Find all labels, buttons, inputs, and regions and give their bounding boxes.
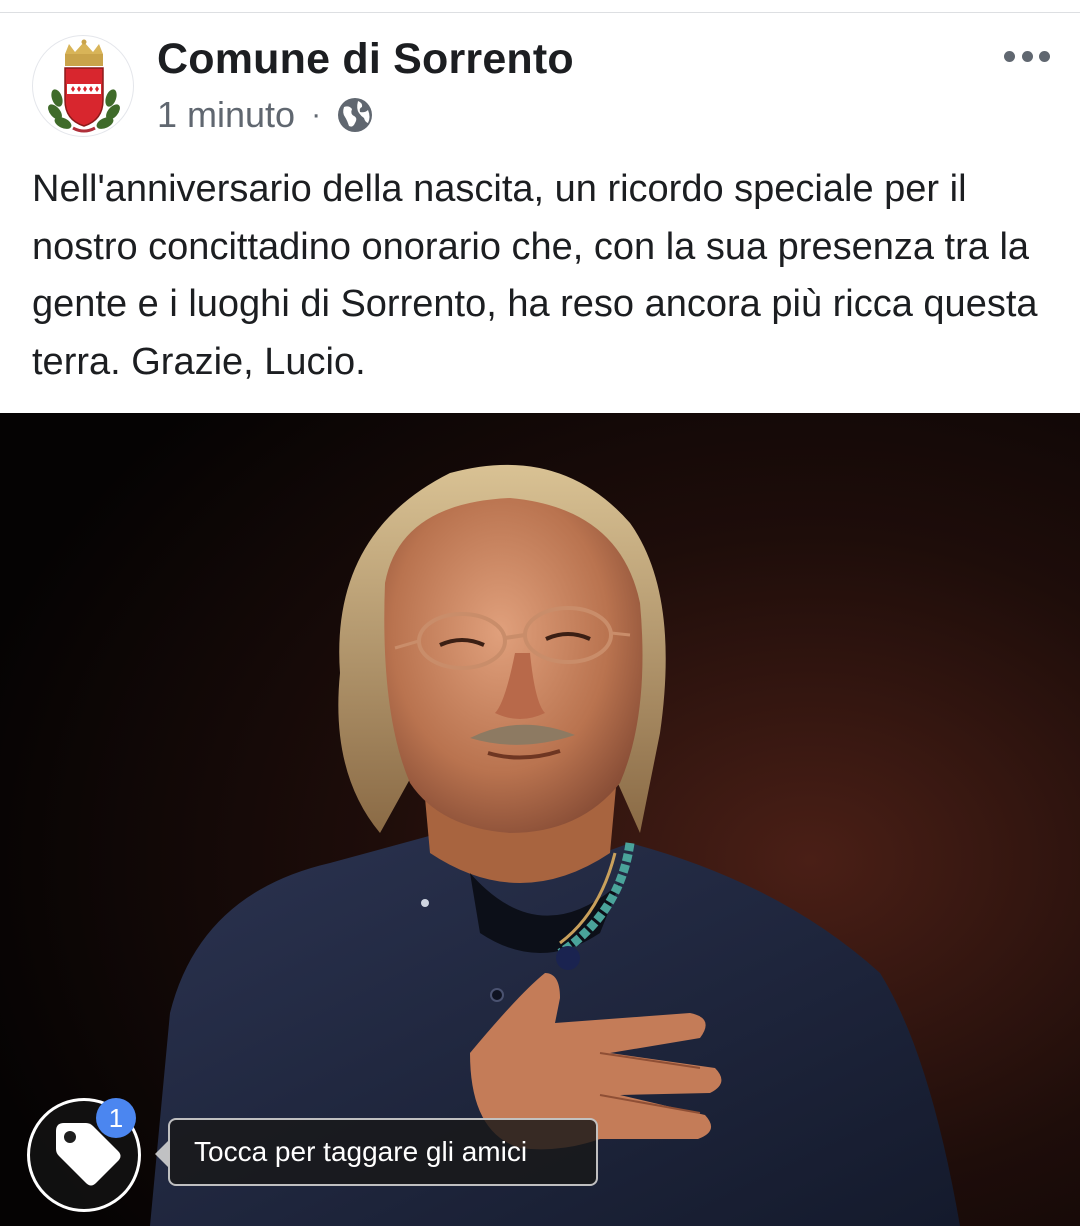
globe-icon [338,98,373,132]
more-options-button[interactable] [1004,43,1050,69]
page-name[interactable]: Comune di Sorrento [157,35,574,84]
portrait-image [0,413,1080,1226]
tag-hint-tooltip[interactable]: Tocca per taggare gli amici [168,1118,598,1186]
more-dot [1004,50,1015,62]
post-text: Nell'anniversario della nascita, un rico… [32,168,1038,383]
more-dot [1039,50,1050,62]
top-divider [0,0,1080,13]
tag-count-badge: 1 [96,1098,136,1138]
post-meta: 1 minuto · [157,93,375,137]
page-avatar[interactable] [32,35,134,137]
tag-hint-text: Tocca per taggare gli amici [194,1136,528,1167]
meta-separator: · [311,98,322,131]
coat-of-arms-logo [48,39,120,133]
more-dot [1021,50,1033,62]
tooltip-arrow [155,1140,169,1168]
post-photo[interactable] [0,413,1080,1226]
post-timestamp[interactable]: 1 minuto [157,94,295,136]
post-header: Comune di Sorrento 1 minuto · Nell'anniv… [0,13,1080,413]
